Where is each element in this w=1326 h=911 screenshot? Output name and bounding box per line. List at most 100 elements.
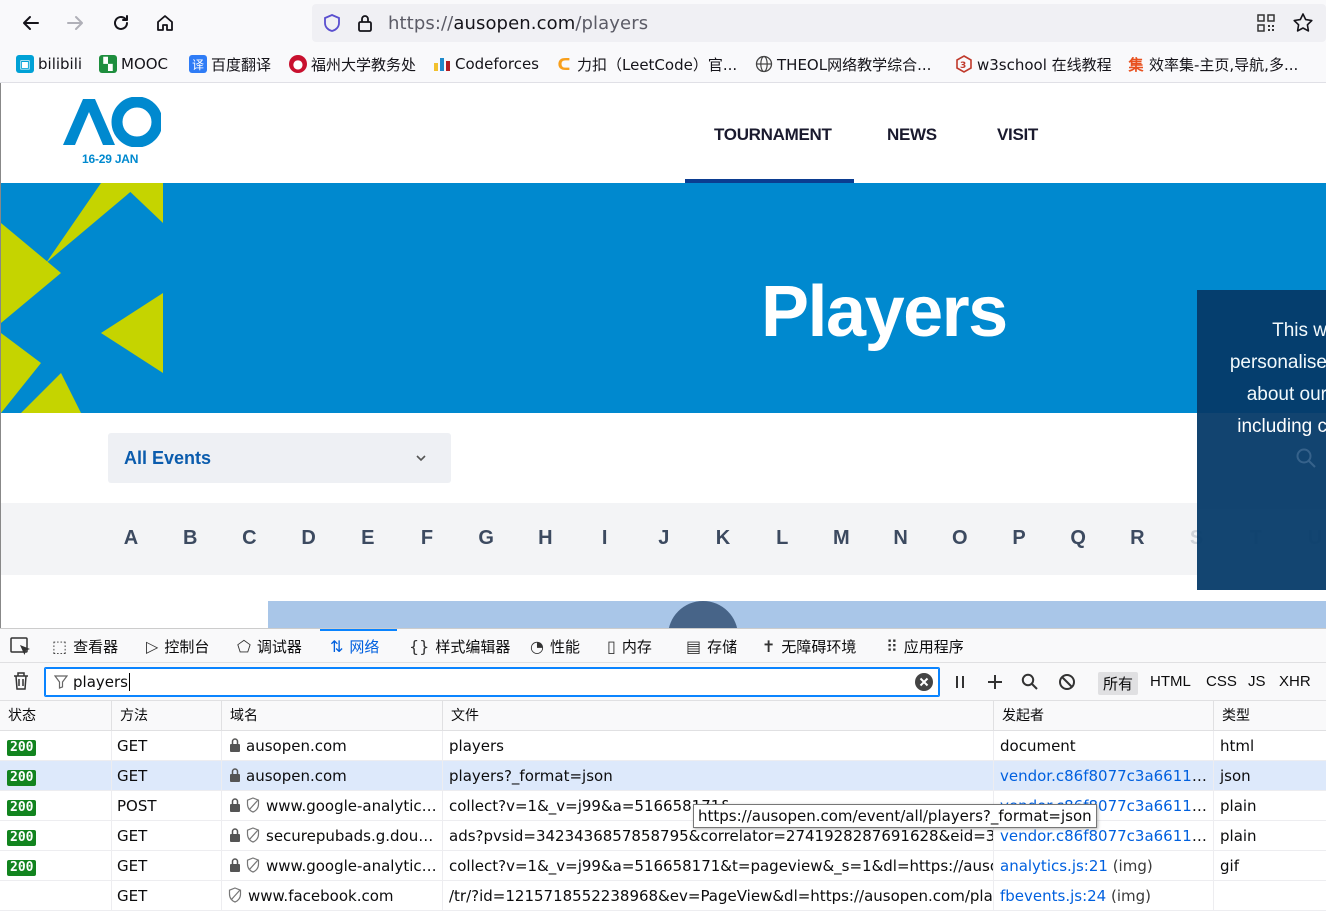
devtools-tab[interactable]: ⇅ 网络 xyxy=(330,636,379,656)
bookmark-star-icon[interactable] xyxy=(1292,12,1314,34)
clear-filter-icon[interactable] xyxy=(914,672,934,692)
column-method[interactable]: 方法 xyxy=(112,701,222,731)
bookmark-label: MOOC xyxy=(121,55,169,73)
promo-banner xyxy=(268,601,1326,628)
initiator-link[interactable]: vendor.c86f8077c3a6611d9f7... xyxy=(1000,767,1213,785)
trash-icon[interactable] xyxy=(12,671,30,691)
bookmark-w3school[interactable]: 3 w3school 在线教程 xyxy=(955,54,1112,74)
ao-logo[interactable]: 16-29 JAN xyxy=(61,96,165,169)
letter-filter[interactable]: J xyxy=(649,527,679,550)
letter-filter[interactable]: L xyxy=(767,527,797,550)
letter-filter[interactable]: B xyxy=(175,527,205,550)
letter-filter[interactable]: G xyxy=(471,527,501,550)
letter-filter[interactable]: D xyxy=(294,527,324,550)
type-filter-html[interactable]: HTML xyxy=(1145,672,1196,691)
letter-filter[interactable]: R xyxy=(1122,527,1152,550)
nav-visit[interactable]: VISIT xyxy=(997,125,1038,145)
plus-icon[interactable] xyxy=(986,673,1004,691)
network-request-row[interactable]: 200 GET ausopen.com players document html xyxy=(0,731,1326,761)
bookmark-mooc[interactable]: ▚ MOOC xyxy=(99,54,168,74)
devtools-tab[interactable]: ◔ 性能 xyxy=(530,636,580,656)
url-filter-input[interactable]: players xyxy=(44,667,940,697)
bookmark-theol[interactable]: THEOL网络教学综合... xyxy=(755,54,931,74)
devtools-tab[interactable]: ✝ 无障碍环境 xyxy=(762,636,856,656)
bookmark-xiaolvji[interactable]: 集效率集-主页,导航,多... xyxy=(1127,54,1298,74)
reload-button[interactable] xyxy=(105,7,137,39)
tracking-protection-shield-icon[interactable] xyxy=(322,13,342,33)
network-request-row[interactable]: 200 GET www.google-analytics.c... collect?v… xyxy=(0,851,1326,881)
home-button[interactable] xyxy=(149,7,181,39)
qr-code-icon[interactable] xyxy=(1256,13,1276,33)
devtools-tab[interactable]: ⬠ 调试器 xyxy=(237,636,302,656)
letter-filter[interactable]: K xyxy=(708,527,738,550)
domain-cell: securepubads.g.double... xyxy=(222,821,443,851)
lock-icon[interactable] xyxy=(356,13,374,33)
cookie-text-line: This w xyxy=(1272,320,1326,341)
baidu-translate-icon: 译 xyxy=(189,55,207,73)
type-filter-xhr[interactable]: XHR xyxy=(1274,672,1316,691)
type-filter-css[interactable]: CSS xyxy=(1201,672,1242,691)
column-domain[interactable]: 域名 xyxy=(222,701,443,731)
letter-filter[interactable]: E xyxy=(353,527,383,550)
network-request-row[interactable]: 200 POST www.google-analytics.c... collect?… xyxy=(0,791,1326,821)
bookmark-bilibili[interactable]: ▣ bilibili xyxy=(16,54,82,74)
type-filter-js[interactable]: JS xyxy=(1243,672,1271,691)
initiator-link[interactable]: fbevents.js:24 xyxy=(1000,887,1106,905)
bookmark-fzu[interactable]: ● 福州大学教务处 xyxy=(289,54,416,74)
letter-filter[interactable]: N xyxy=(886,527,916,550)
letter-filter[interactable]: H xyxy=(530,527,560,550)
status-cell xyxy=(0,881,112,911)
nav-tournament[interactable]: TOURNAMENT xyxy=(714,125,832,145)
chevron-down-icon xyxy=(416,455,426,462)
domain-text: ausopen.com xyxy=(246,767,347,785)
url-text[interactable]: https://ausopen.com/players xyxy=(388,13,648,34)
element-picker-icon[interactable] xyxy=(10,637,32,657)
url-bar[interactable]: https://ausopen.com/players xyxy=(312,4,1326,42)
back-button[interactable] xyxy=(15,7,47,39)
devtools-tab[interactable]: {} 样式编辑器 xyxy=(409,636,510,656)
bookmark-leetcode[interactable]: ᑕ 力扣（LeetCode）官... xyxy=(555,54,737,74)
url-scheme: https:// xyxy=(388,13,454,34)
devtools-tab[interactable]: ⠿ 应用程序 xyxy=(886,636,964,656)
network-request-row[interactable]: GET www.facebook.com/tr/?id=1215718552238… xyxy=(0,881,1326,911)
devtools-tab[interactable]: ▷ 控制台 xyxy=(146,636,209,656)
letter-filter[interactable]: P xyxy=(1004,527,1034,550)
cookie-banner: This w personalise about our including c xyxy=(1197,290,1326,590)
block-icon[interactable] xyxy=(1058,673,1076,691)
search-icon[interactable] xyxy=(1021,673,1039,691)
url-host: ausopen.com xyxy=(453,13,576,34)
devtools-tab-label: 查看器 xyxy=(73,637,119,656)
letter-filter[interactable]: M xyxy=(826,527,856,550)
column-file[interactable]: 文件 xyxy=(443,701,994,731)
initiator-link[interactable]: analytics.js:21 xyxy=(1000,857,1108,875)
pause-icon[interactable] xyxy=(953,674,967,690)
column-status[interactable]: 状态 xyxy=(0,701,112,731)
type-filter-all[interactable]: 所有 xyxy=(1098,672,1139,695)
letter-filter[interactable]: O xyxy=(945,527,975,550)
search-icon[interactable] xyxy=(1295,447,1317,469)
letter-filter[interactable]: F xyxy=(412,527,442,550)
devtools-tab[interactable]: ▯ 内存 xyxy=(607,636,652,656)
events-dropdown[interactable]: All Events xyxy=(108,433,451,483)
column-type[interactable]: 类型 xyxy=(1214,701,1326,731)
bookmark-codeforces[interactable]: Codeforces xyxy=(433,54,539,74)
web-page: 16-29 JAN TOURNAMENT NEWS VISIT Players … xyxy=(0,83,1326,628)
status-badge: 200 xyxy=(7,830,37,846)
devtools-tab[interactable]: ⬚ 查看器 xyxy=(52,636,118,656)
network-request-row[interactable]: 200 GET securepubads.g.double... ads?pvsid=… xyxy=(0,821,1326,851)
devtools-tab[interactable]: ▤ 存储 xyxy=(686,636,737,656)
type-cell xyxy=(1214,881,1326,911)
nav-news[interactable]: NEWS xyxy=(887,125,937,145)
letter-filter[interactable]: I xyxy=(590,527,620,550)
bookmark-baidu-translate[interactable]: 译百度翻译 xyxy=(189,54,271,74)
letter-filter[interactable]: C xyxy=(234,527,264,550)
column-initiator[interactable]: 发起者 xyxy=(994,701,1214,731)
letter-filter[interactable]: Q xyxy=(1063,527,1093,550)
letter-filter[interactable]: A xyxy=(116,527,146,550)
initiator-link[interactable]: vendor.c86f8077c3a6611d9f7... xyxy=(1000,827,1213,845)
tracker-blocked-icon xyxy=(246,827,260,843)
network-request-row[interactable]: 200 GET ausopen.com players?_format=json ven… xyxy=(0,761,1326,791)
storage-icon: ▤ xyxy=(686,636,702,656)
forward-button[interactable] xyxy=(59,7,91,39)
method-cell: GET xyxy=(112,881,222,911)
